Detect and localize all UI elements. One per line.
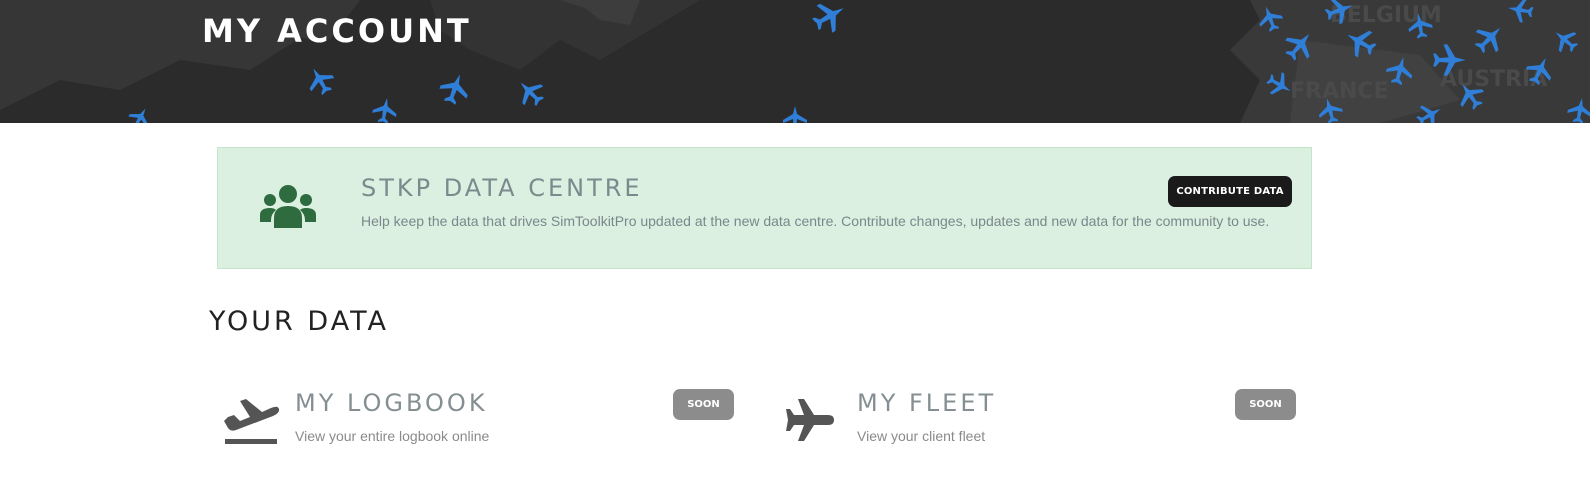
my-logbook-title: MY LOGBOOK bbox=[295, 389, 488, 417]
my-fleet-description: View your client fleet bbox=[857, 428, 986, 444]
my-fleet-title: MY FLEET bbox=[857, 389, 997, 417]
my-logbook-description: View your entire logbook online bbox=[295, 428, 490, 444]
data-centre-title: STKP DATA CENTRE bbox=[361, 174, 643, 202]
page-header-banner: BELGIUM FRANCE AUSTRIA MY ACCOUNT bbox=[0, 0, 1590, 123]
my-logbook-item[interactable]: MY LOGBOOK View your entire logbook onli… bbox=[222, 385, 736, 455]
plane-icon bbox=[786, 399, 834, 441]
soon-badge: SOON bbox=[1235, 389, 1296, 420]
soon-badge: SOON bbox=[673, 389, 734, 420]
map-label-france: FRANCE bbox=[1290, 79, 1389, 104]
page-title: MY ACCOUNT bbox=[202, 12, 472, 50]
users-group-icon bbox=[260, 185, 316, 228]
contribute-data-button[interactable]: CONTRIBUTE DATA bbox=[1168, 176, 1292, 207]
data-centre-description: Help keep the data that drives SimToolki… bbox=[361, 213, 1270, 229]
your-data-heading: YOUR DATA bbox=[209, 306, 389, 337]
data-centre-card: STKP DATA CENTRE Help keep the data that… bbox=[217, 147, 1312, 269]
my-fleet-item[interactable]: MY FLEET View your client fleet SOON bbox=[784, 385, 1298, 455]
plane-departure-icon bbox=[224, 399, 280, 444]
